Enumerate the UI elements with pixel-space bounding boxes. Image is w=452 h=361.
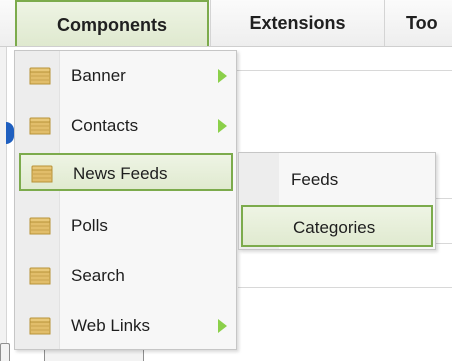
- menu-item-contacts[interactable]: Contacts: [19, 107, 233, 145]
- menu-item-label: Banner: [71, 66, 126, 85]
- menu-item-news-feeds[interactable]: News Feeds: [19, 153, 233, 191]
- menu-tools[interactable]: Too: [386, 0, 452, 46]
- dropdown-icon-gutter: [15, 51, 60, 349]
- folder-icon: [29, 117, 51, 135]
- menu-item-label: Web Links: [71, 316, 151, 335]
- menu-item-label: Polls: [71, 216, 108, 235]
- page-blue-marker: [6, 122, 14, 144]
- submenu-item-label: Categories: [293, 218, 376, 237]
- folder-icon: [29, 267, 51, 285]
- components-dropdown: Banner Contacts News Feeds Polls Search …: [14, 50, 237, 350]
- menu-item-label: Search: [71, 266, 125, 285]
- submenu-item-label: Feeds: [291, 170, 339, 189]
- page-left-edge: [0, 40, 7, 360]
- submenu-arrow-icon: [218, 319, 227, 333]
- folder-icon: [29, 317, 51, 335]
- menu-item-label: News Feeds: [73, 164, 168, 183]
- folder-icon: [29, 67, 51, 85]
- news-feeds-submenu: Feeds Categories: [238, 152, 436, 250]
- page-divider: [436, 243, 452, 244]
- page-divider: [436, 198, 452, 199]
- page-button[interactable]: [0, 343, 10, 361]
- menu-components[interactable]: Components: [15, 0, 209, 46]
- top-menu-bar: Components Extensions Too: [0, 0, 452, 47]
- submenu-item-feeds[interactable]: Feeds: [241, 159, 433, 201]
- submenu-arrow-icon: [218, 119, 227, 133]
- folder-icon: [29, 217, 51, 235]
- page-divider: [238, 287, 452, 288]
- submenu-arrow-icon: [218, 69, 227, 83]
- folder-icon: [31, 165, 53, 183]
- menu-item-web-links[interactable]: Web Links: [19, 307, 233, 345]
- menu-extensions[interactable]: Extensions: [210, 0, 385, 46]
- menu-item-polls[interactable]: Polls: [19, 207, 233, 245]
- page-divider: [236, 70, 452, 71]
- submenu-item-categories[interactable]: Categories: [241, 205, 433, 247]
- menu-item-search[interactable]: Search: [19, 257, 233, 295]
- menu-item-label: Contacts: [71, 116, 139, 135]
- menu-item-banner[interactable]: Banner: [19, 57, 233, 95]
